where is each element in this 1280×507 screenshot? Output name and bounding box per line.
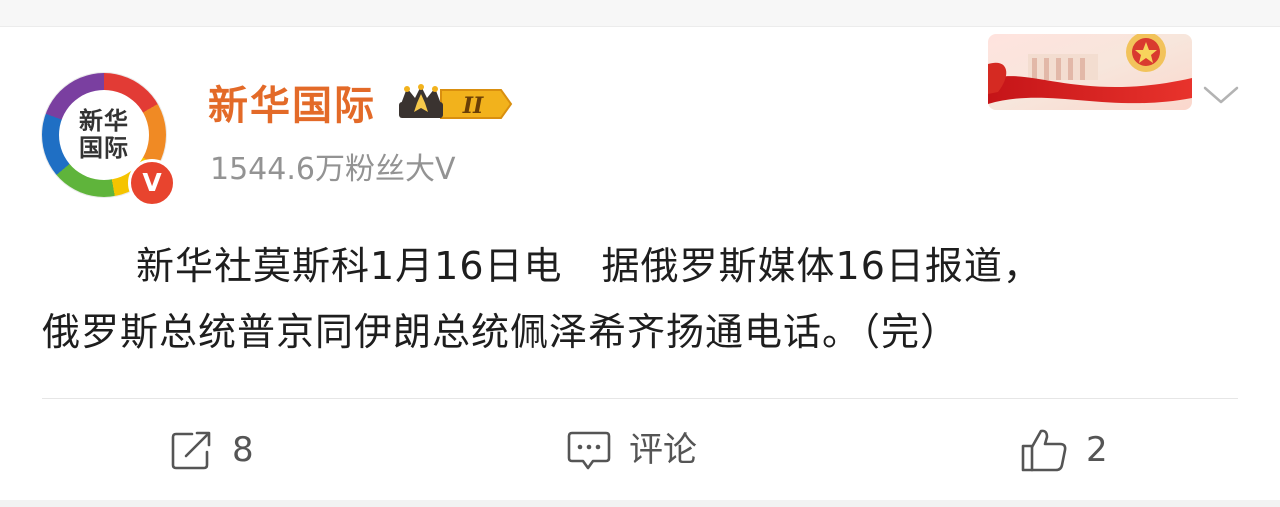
repost-count: 8: [232, 430, 254, 470]
rank-level-text: II: [462, 93, 484, 119]
repost-button[interactable]: 8: [170, 428, 254, 472]
repost-icon: [171, 431, 211, 470]
follower-count: 1544.6万粉丝大V: [210, 152, 456, 187]
post-line-1: 新华社莫斯科1月16日电 据俄罗斯媒体16日报道，: [136, 244, 1042, 288]
post-menu-button[interactable]: [1202, 84, 1240, 112]
username[interactable]: 新华国际: [208, 80, 376, 132]
like-icon: [1021, 429, 1067, 472]
promo-banner: [988, 32, 1192, 114]
avatar-text: 新华国际: [79, 107, 129, 162]
rank-badge[interactable]: II: [397, 84, 513, 128]
comment-icon: [567, 431, 611, 470]
bottom-strip: [0, 500, 1280, 507]
post-content: 新华社莫斯科1月16日电 据俄罗斯媒体16日报道， 俄罗斯总统普京同伊朗总统佩泽…: [42, 233, 1242, 365]
verified-badge: V: [128, 159, 176, 207]
like-count: 2: [1086, 430, 1108, 470]
comment-button[interactable]: 评论: [567, 428, 697, 472]
chevron-down-icon: [1203, 86, 1239, 104]
like-button[interactable]: 2: [1020, 428, 1108, 472]
rank-crown-icon: II: [399, 84, 513, 119]
top-strip: [0, 0, 1280, 27]
divider: [42, 398, 1238, 399]
comment-label: 评论: [629, 430, 697, 470]
post-line-2: 俄罗斯总统普京同伊朗总统佩泽希齐扬通电话。（完）: [42, 310, 960, 354]
